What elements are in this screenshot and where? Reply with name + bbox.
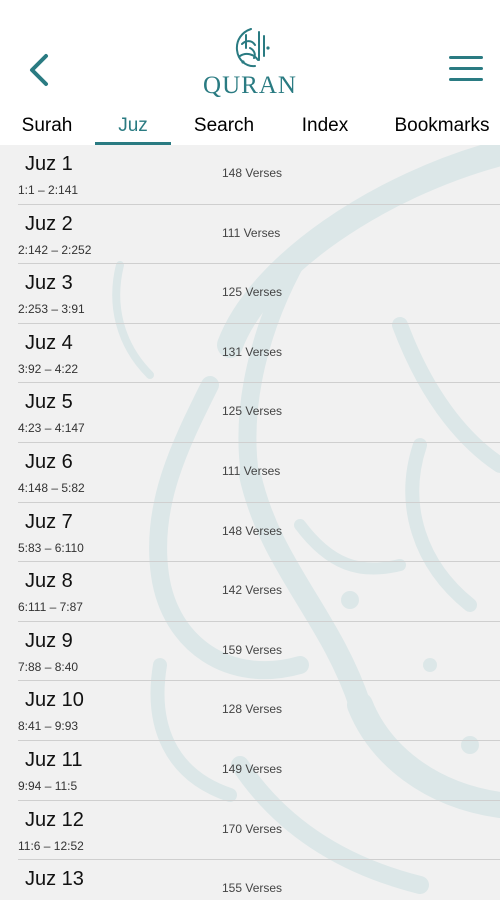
juz-range: 4:148 – 5:82: [18, 481, 85, 495]
juz-title: Juz 10: [25, 689, 84, 712]
juz-title: Juz 2: [25, 212, 73, 235]
tab-bar: Surah Juz Search Index Bookmarks: [0, 108, 500, 145]
juz-list[interactable]: Juz 1 1:1 – 2:141 148 Verses Juz 2 2:142…: [0, 145, 500, 900]
juz-verse-count: 131 Verses: [222, 344, 283, 359]
juz-range: 9:94 – 11:5: [18, 779, 78, 793]
hamburger-line: [449, 78, 483, 81]
juz-row-7[interactable]: Juz 7 5:83 – 6:110 148 Verses: [0, 503, 500, 563]
juz-title: Juz 11: [25, 749, 83, 771]
juz-range: 6:111 – 7:87: [18, 600, 83, 615]
juz-verse-count: 148 Verses: [222, 166, 283, 180]
tab-surah[interactable]: Surah: [12, 108, 82, 145]
chevron-left-icon: [30, 54, 48, 86]
juz-verse-count: 149 Verses: [222, 762, 283, 776]
juz-verse-count: 148 Verses: [222, 523, 283, 538]
juz-row-3[interactable]: Juz 3 2:253 – 3:91 125 Verses: [0, 264, 500, 324]
juz-title: Juz 3: [25, 272, 73, 295]
juz-title: Juz 6: [25, 451, 73, 473]
juz-title: Juz 1: [25, 153, 73, 175]
tab-search[interactable]: Search: [184, 108, 264, 145]
juz-verse-count: 125 Verses: [222, 285, 283, 300]
juz-row-11[interactable]: Juz 11 9:94 – 11:5 149 Verses: [0, 741, 500, 801]
juz-row-13[interactable]: Juz 13 155 Verses: [0, 860, 500, 900]
juz-range: 8:41 – 9:93: [18, 719, 79, 734]
juz-title: Juz 12: [25, 808, 84, 831]
juz-row-1[interactable]: Juz 1 1:1 – 2:141 148 Verses: [0, 145, 500, 205]
juz-range: 4:23 – 4:147: [18, 421, 85, 436]
juz-range: 3:92 – 4:22: [18, 361, 79, 376]
logo-wordmark: QURAN: [203, 72, 297, 99]
juz-title: Juz 7: [25, 510, 73, 533]
juz-range: 1:1 – 2:141: [18, 183, 79, 197]
juz-title: Juz 8: [25, 570, 73, 593]
juz-row-2[interactable]: Juz 2 2:142 – 2:252 111 Verses: [0, 205, 500, 265]
juz-range: 11:6 – 12:52: [18, 838, 84, 853]
juz-range: 5:83 – 6:110: [18, 540, 84, 555]
juz-verse-count: 111 Verses: [222, 464, 281, 478]
menu-button[interactable]: [445, 52, 487, 86]
juz-title: Juz 4: [25, 331, 73, 354]
juz-row-9[interactable]: Juz 9 7:88 – 8:40 159 Verses: [0, 622, 500, 682]
tab-index[interactable]: Index: [288, 108, 362, 145]
juz-row-8[interactable]: Juz 8 6:111 – 7:87 142 Verses: [0, 562, 500, 622]
juz-row-10[interactable]: Juz 10 8:41 – 9:93 128 Verses: [0, 681, 500, 741]
juz-row-4[interactable]: Juz 4 3:92 – 4:22 131 Verses: [0, 324, 500, 384]
juz-title: Juz 13: [25, 868, 84, 891]
app-header: QURAN Surah Juz Search Index Bookmarks: [0, 0, 500, 145]
juz-verse-count: 170 Verses: [222, 821, 283, 836]
juz-title: Juz 9: [25, 629, 73, 652]
juz-verse-count: 159 Verses: [222, 642, 283, 657]
juz-verse-count: 155 Verses: [222, 881, 283, 896]
juz-range: 2:253 – 3:91: [18, 302, 85, 317]
juz-title: Juz 5: [25, 391, 73, 414]
juz-row-5[interactable]: Juz 5 4:23 – 4:147 125 Verses: [0, 383, 500, 443]
hamburger-menu-icon: [449, 56, 483, 59]
juz-row-6[interactable]: Juz 6 4:148 – 5:82 111 Verses: [0, 443, 500, 503]
juz-range: 2:142 – 2:252: [18, 242, 92, 257]
juz-range: 7:88 – 8:40: [18, 659, 79, 674]
juz-verse-count: 111 Verses: [222, 225, 281, 240]
juz-verse-count: 142 Verses: [222, 583, 283, 598]
hamburger-line: [449, 67, 483, 70]
tab-bookmarks[interactable]: Bookmarks: [388, 108, 496, 145]
back-button[interactable]: [22, 50, 56, 90]
juz-row-12[interactable]: Juz 12 11:6 – 12:52 170 Verses: [0, 801, 500, 861]
quran-logo: QURAN: [200, 24, 300, 102]
juz-verse-count: 128 Verses: [222, 702, 283, 717]
juz-verse-count: 125 Verses: [222, 404, 283, 419]
tab-juz[interactable]: Juz: [95, 108, 171, 145]
calligraphy-emblem-icon: [235, 28, 270, 68]
